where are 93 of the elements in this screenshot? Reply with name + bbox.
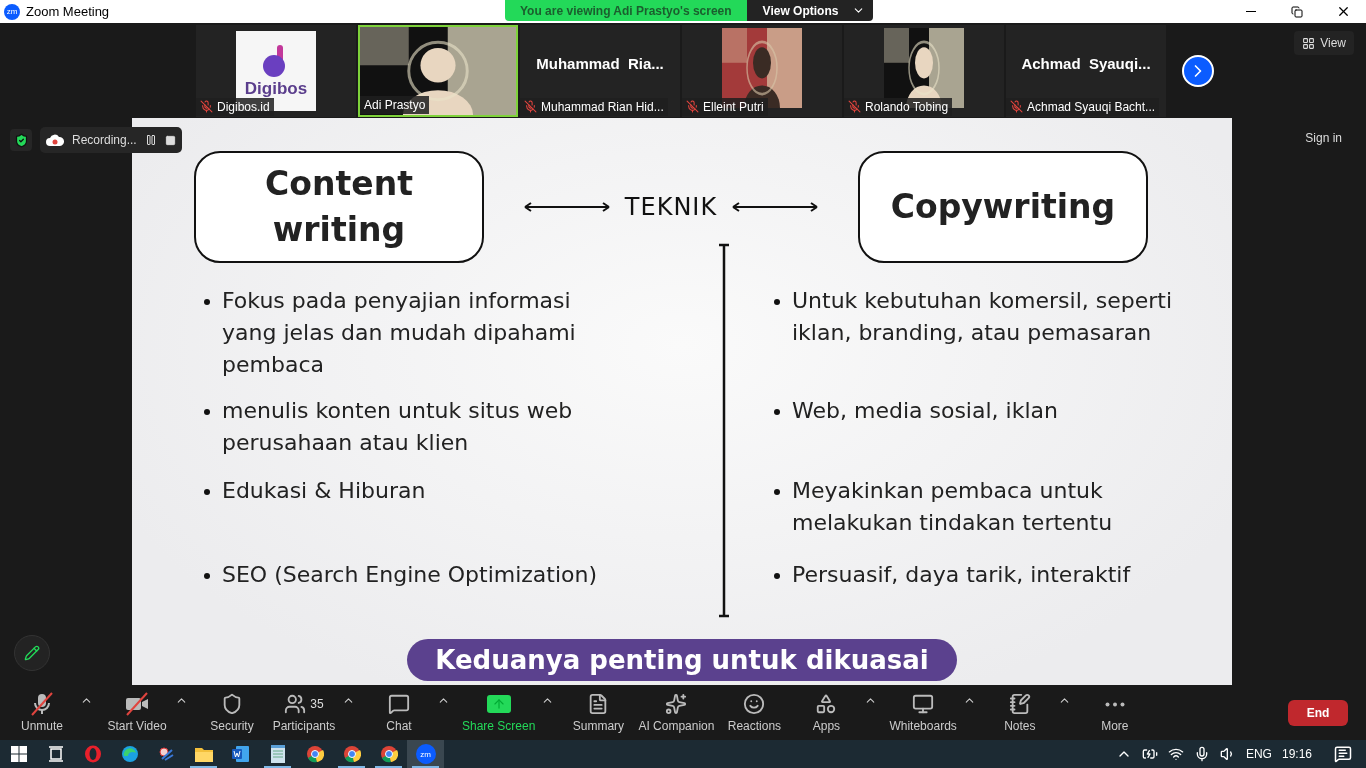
bullet-icon [204, 573, 210, 579]
participant-name: Muhammad Rian Hid... [520, 97, 668, 116]
wifi-icon[interactable] [1167, 746, 1184, 762]
double-arrow-icon [731, 201, 820, 213]
bullet-text: Meyakinkan pembaca untuk melakukan tindakan tertentu [792, 477, 1114, 537]
muted-mic-icon [200, 100, 213, 113]
notification-icon[interactable] [1334, 745, 1352, 763]
chrome-icon [305, 745, 324, 763]
toolbar-button[interactable]: Chat [363, 688, 435, 737]
participant-name: Elleint Putri [682, 97, 768, 116]
shield-icon [221, 693, 243, 715]
end-button[interactable]: End [1288, 699, 1348, 726]
notebook-icon [1008, 693, 1031, 715]
sign-in-link[interactable]: Sign in [1299, 130, 1348, 146]
bullet-text: Web, media sosial, iklan [792, 397, 1058, 425]
toolbar-button[interactable]: 35 Participants [268, 688, 340, 737]
toolbar-button[interactable]: AI Companion [634, 688, 719, 737]
more-icon [1104, 701, 1125, 707]
scissors-icon [157, 745, 176, 763]
apps-icon [815, 693, 838, 715]
bullet-text: menulis konten untuk situs web perusahaan atau klien [222, 397, 574, 457]
windows-icon [10, 746, 27, 762]
chrome-icon [379, 745, 398, 763]
toolbar-button[interactable]: Security [196, 688, 268, 737]
slide-heading: Copywriting [858, 151, 1148, 263]
toolbar-button[interactable]: Start Video [101, 688, 173, 737]
bullet-text: Fokus pada penyajian informasi yang jelas dan mudah dipahami pembaca [222, 287, 577, 379]
toolbar-button[interactable]: Share Screen [458, 688, 540, 737]
stop-icon[interactable] [164, 134, 176, 146]
bullet-text: SEO (Search Engine Optimization) [222, 561, 598, 589]
bullet-icon [774, 299, 780, 305]
bullet-text: Persuasif, daya tarik, interaktif [792, 561, 1131, 589]
sparkle-icon [665, 693, 688, 715]
bullet-icon [774, 409, 780, 415]
screen-share-notice: You are viewing Adi Prastyo's screen [505, 0, 747, 21]
muted-mic-icon [524, 100, 537, 113]
clock[interactable]: 19:16 [1281, 747, 1312, 761]
minimize-icon [1246, 11, 1256, 12]
smiley-icon [743, 693, 766, 715]
taskbar-app[interactable]: zm [407, 740, 444, 768]
bullet-icon [774, 489, 780, 495]
slide-center-label: TEKNIK [624, 193, 718, 221]
bullet-icon [204, 409, 210, 415]
double-arrow-icon [522, 201, 611, 213]
bullet-icon [204, 299, 210, 305]
participant-display-name: Muhammad Ria... [536, 55, 664, 72]
whiteboard-icon [912, 693, 935, 715]
participant-name: Rolando Tobing [844, 97, 953, 116]
bullet-text: Untuk kebutuhan komersil, seperti iklan, branding, atau pemasaran [792, 287, 1174, 347]
word-icon [231, 745, 250, 763]
toolbar-button[interactable]: Whiteboards [885, 688, 961, 737]
toolbar-button[interactable]: More [1078, 688, 1151, 737]
share-screen-icon [486, 695, 511, 713]
toolbar-button[interactable]: Reactions [718, 688, 791, 737]
pause-icon[interactable] [144, 134, 157, 146]
chat-icon [388, 693, 410, 715]
recording-label: Recording... [72, 133, 137, 147]
toolbar-button[interactable]: Unmute [6, 688, 78, 737]
bullet-icon [774, 573, 780, 579]
participant-display-name: Achmad Syauqi... [1021, 55, 1151, 72]
muted-mic-icon [1010, 100, 1023, 113]
zoom-icon: zm [415, 744, 436, 764]
chrome-icon [342, 745, 361, 763]
battery-icon[interactable] [1141, 746, 1158, 762]
toolbar-button[interactable]: Summary [562, 688, 635, 737]
bullet-icon [204, 489, 210, 495]
view-options-button[interactable]: View Options [746, 0, 874, 21]
zoom-logo: zm [4, 3, 20, 20]
pencil-icon [24, 645, 40, 661]
toolbar-button[interactable]: Apps [790, 688, 863, 737]
next-page-button[interactable] [1182, 54, 1214, 87]
folder-icon [194, 746, 213, 762]
slide-heading: Content writing [194, 151, 484, 263]
notepad-icon [269, 745, 286, 763]
restore-icon [1291, 5, 1303, 18]
people-icon [284, 693, 307, 715]
participant-name: Digibos.id [196, 97, 274, 116]
shield-check-icon [10, 129, 32, 151]
toolbar-button[interactable]: Notes [983, 688, 1056, 737]
muted-mic-icon [686, 100, 699, 113]
bullet-text: Edukasi & Hiburan [222, 477, 426, 505]
edge-icon [120, 745, 139, 763]
slide-banner: Keduanya penting untuk dikuasai [407, 639, 957, 681]
participant-count: 35 [310, 697, 324, 711]
opera-icon [83, 745, 102, 763]
recording-cloud-icon [46, 134, 64, 146]
view-button[interactable]: View [1294, 31, 1354, 55]
task-view-icon [47, 746, 64, 762]
window-title: Zoom Meeting [26, 4, 110, 19]
muted-mic-icon [848, 100, 861, 113]
participant-name: Achmad Syauqi Bacht... [1006, 97, 1160, 116]
language-indicator[interactable]: ENG [1245, 747, 1272, 761]
grid-icon [1302, 36, 1316, 50]
